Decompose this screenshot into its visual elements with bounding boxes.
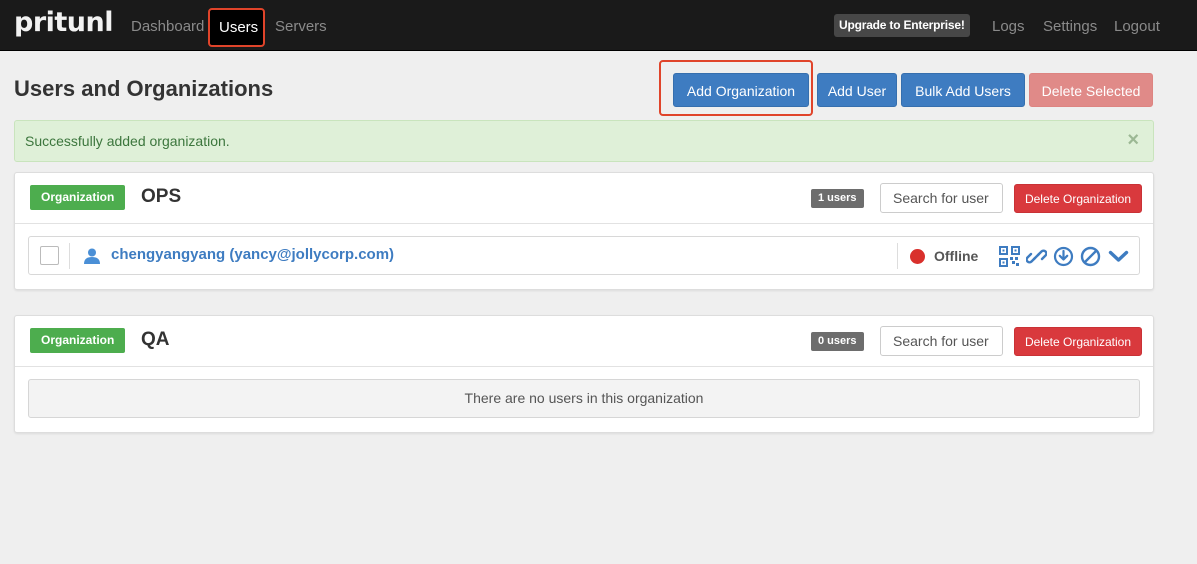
user-status: Offline <box>934 248 979 264</box>
alert-message: Successfully added organization. <box>25 133 230 149</box>
user-count-badge: 0 users <box>811 332 864 351</box>
nav-logs[interactable]: Logs <box>992 18 1025 35</box>
search-user-input[interactable] <box>880 326 1003 356</box>
empty-users-message: There are no users in this organization <box>28 379 1140 418</box>
add-user-button[interactable]: Add User <box>817 73 897 107</box>
organization-label: Organization <box>30 328 126 353</box>
offline-status-icon <box>910 249 925 264</box>
search-user-input[interactable] <box>880 183 1003 213</box>
user-count-badge: 1 users <box>811 189 864 208</box>
link-icon[interactable] <box>1026 246 1047 267</box>
bulk-add-users-button[interactable]: Bulk Add Users <box>901 73 1025 107</box>
divider <box>69 243 70 269</box>
organization-label: Organization <box>30 185 126 210</box>
close-icon[interactable]: × <box>1127 130 1139 150</box>
page-title: Users and Organizations <box>14 76 274 101</box>
delete-selected-button[interactable]: Delete Selected <box>1029 73 1153 107</box>
organization-name[interactable]: QA <box>141 329 170 351</box>
brand-logo[interactable]: pritunl <box>14 7 114 38</box>
qr-code-icon[interactable] <box>999 246 1020 267</box>
user-icon <box>84 248 100 264</box>
delete-organization-button[interactable]: Delete Organization <box>1014 327 1142 356</box>
organization-header: Organization OPS 1 users Delete Organiza… <box>15 173 1153 224</box>
success-alert: Successfully added organization. × <box>14 120 1154 162</box>
nav-servers[interactable]: Servers <box>275 18 327 35</box>
upgrade-enterprise-button[interactable]: Upgrade to Enterprise! <box>834 14 970 37</box>
nav-logout[interactable]: Logout <box>1114 18 1160 35</box>
nav-users[interactable]: Users <box>208 8 265 47</box>
nav-settings[interactable]: Settings <box>1043 18 1097 35</box>
nav-users-label: Users <box>219 19 259 36</box>
delete-organization-button[interactable]: Delete Organization <box>1014 184 1142 213</box>
divider <box>897 243 898 269</box>
add-organization-button[interactable]: Add Organization <box>673 73 809 107</box>
user-select-checkbox[interactable] <box>40 246 59 265</box>
disable-icon[interactable] <box>1080 246 1101 267</box>
organization-name[interactable]: OPS <box>141 186 181 208</box>
chevron-down-icon[interactable] <box>1108 246 1129 267</box>
nav-dashboard[interactable]: Dashboard <box>131 18 204 35</box>
organization-header: Organization QA 0 users Delete Organizat… <box>15 316 1153 367</box>
top-navbar: pritunl Dashboard Users Servers Upgrade … <box>0 0 1197 51</box>
organization-panel-ops: Organization OPS 1 users Delete Organiza… <box>14 172 1154 290</box>
organization-panel-qa: Organization QA 0 users Delete Organizat… <box>14 315 1154 433</box>
user-name-link[interactable]: chengyangyang (yancy@jollycorp.com) <box>111 246 394 263</box>
user-row[interactable]: chengyangyang (yancy@jollycorp.com) Offl… <box>28 236 1140 275</box>
download-icon[interactable] <box>1053 246 1074 267</box>
